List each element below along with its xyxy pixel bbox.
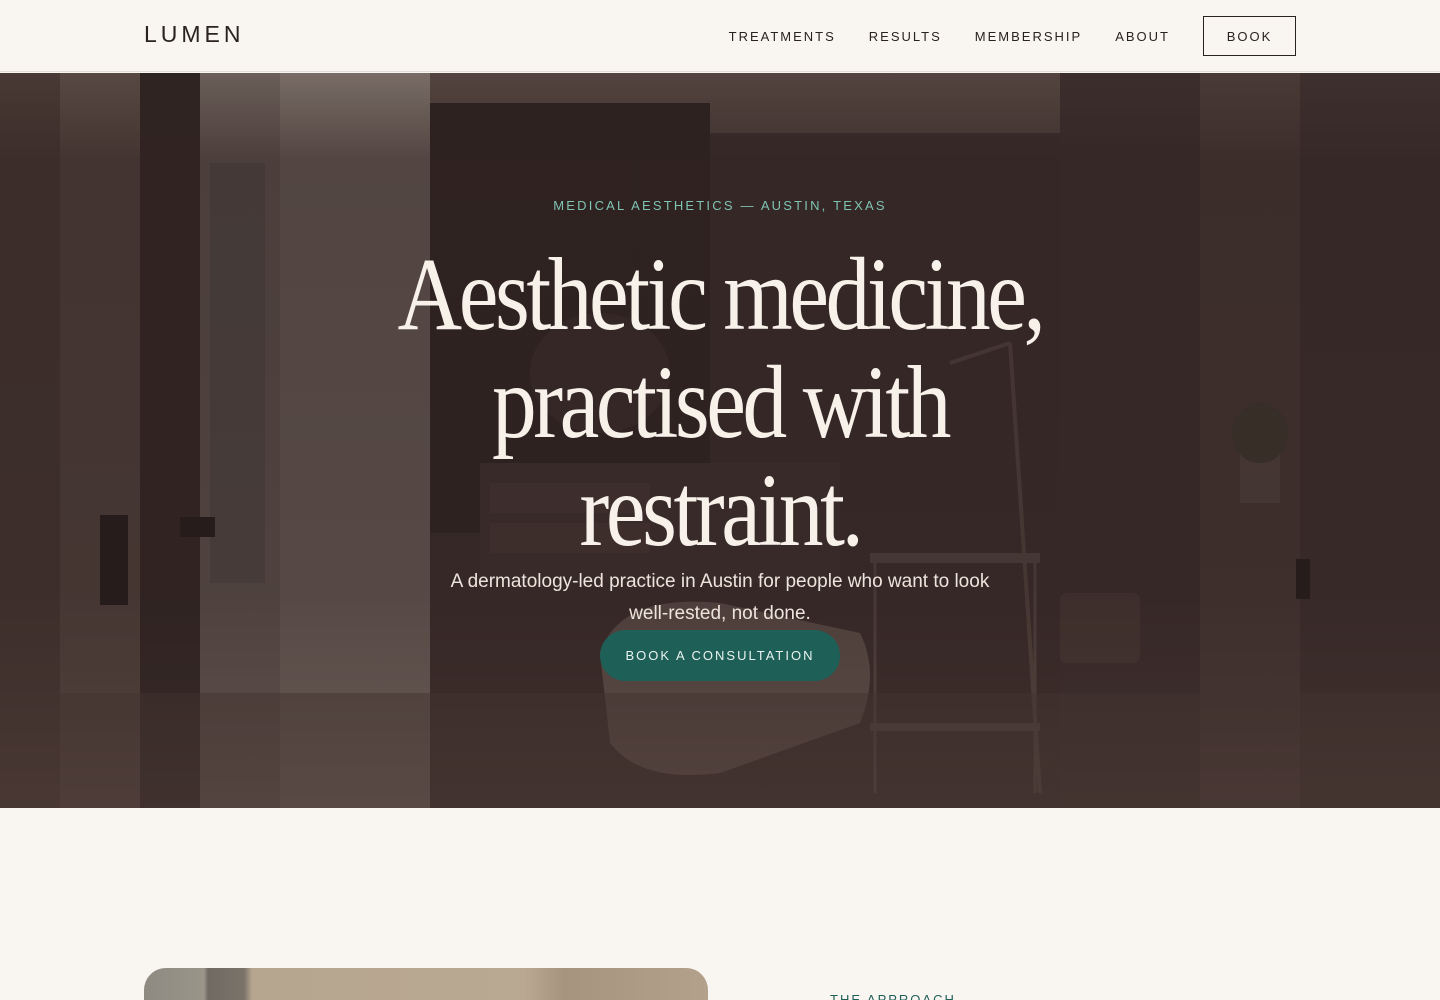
headline-line-1: Aesthetic medicine, xyxy=(397,237,1046,352)
site-header: LUMEN TREATMENTS RESULTS MEMBERSHIP ABOU… xyxy=(0,0,1440,72)
hero-subhead: A dermatology-led practice in Austin for… xyxy=(450,571,990,624)
nav-about[interactable]: ABOUT xyxy=(1115,29,1170,44)
logo[interactable]: LUMEN xyxy=(144,21,245,48)
hero-content: MEDICAL AESTHETICS — AUSTIN, TEXAS Aesth… xyxy=(0,73,1440,808)
book-consultation-button[interactable]: BOOK A CONSULTATION xyxy=(600,630,840,681)
main-nav: TREATMENTS RESULTS MEMBERSHIP ABOUT BOOK xyxy=(729,0,1296,72)
approach-image xyxy=(144,968,708,1000)
hero-headline: Aesthetic medicine, practised with restr… xyxy=(376,241,1064,565)
nav-membership[interactable]: MEMBERSHIP xyxy=(975,29,1082,44)
nav-treatments[interactable]: TREATMENTS xyxy=(729,29,836,44)
headline-line-2: practised with xyxy=(491,345,951,460)
hero-section: MEDICAL AESTHETICS — AUSTIN, TEXAS Aesth… xyxy=(0,73,1440,808)
nav-results[interactable]: RESULTS xyxy=(869,29,942,44)
approach-eyebrow: THE APPROACH xyxy=(830,992,956,1000)
book-button[interactable]: BOOK xyxy=(1203,16,1296,56)
hero-eyebrow: MEDICAL AESTHETICS — AUSTIN, TEXAS xyxy=(553,198,887,213)
headline-line-3: restraint. xyxy=(579,453,863,568)
